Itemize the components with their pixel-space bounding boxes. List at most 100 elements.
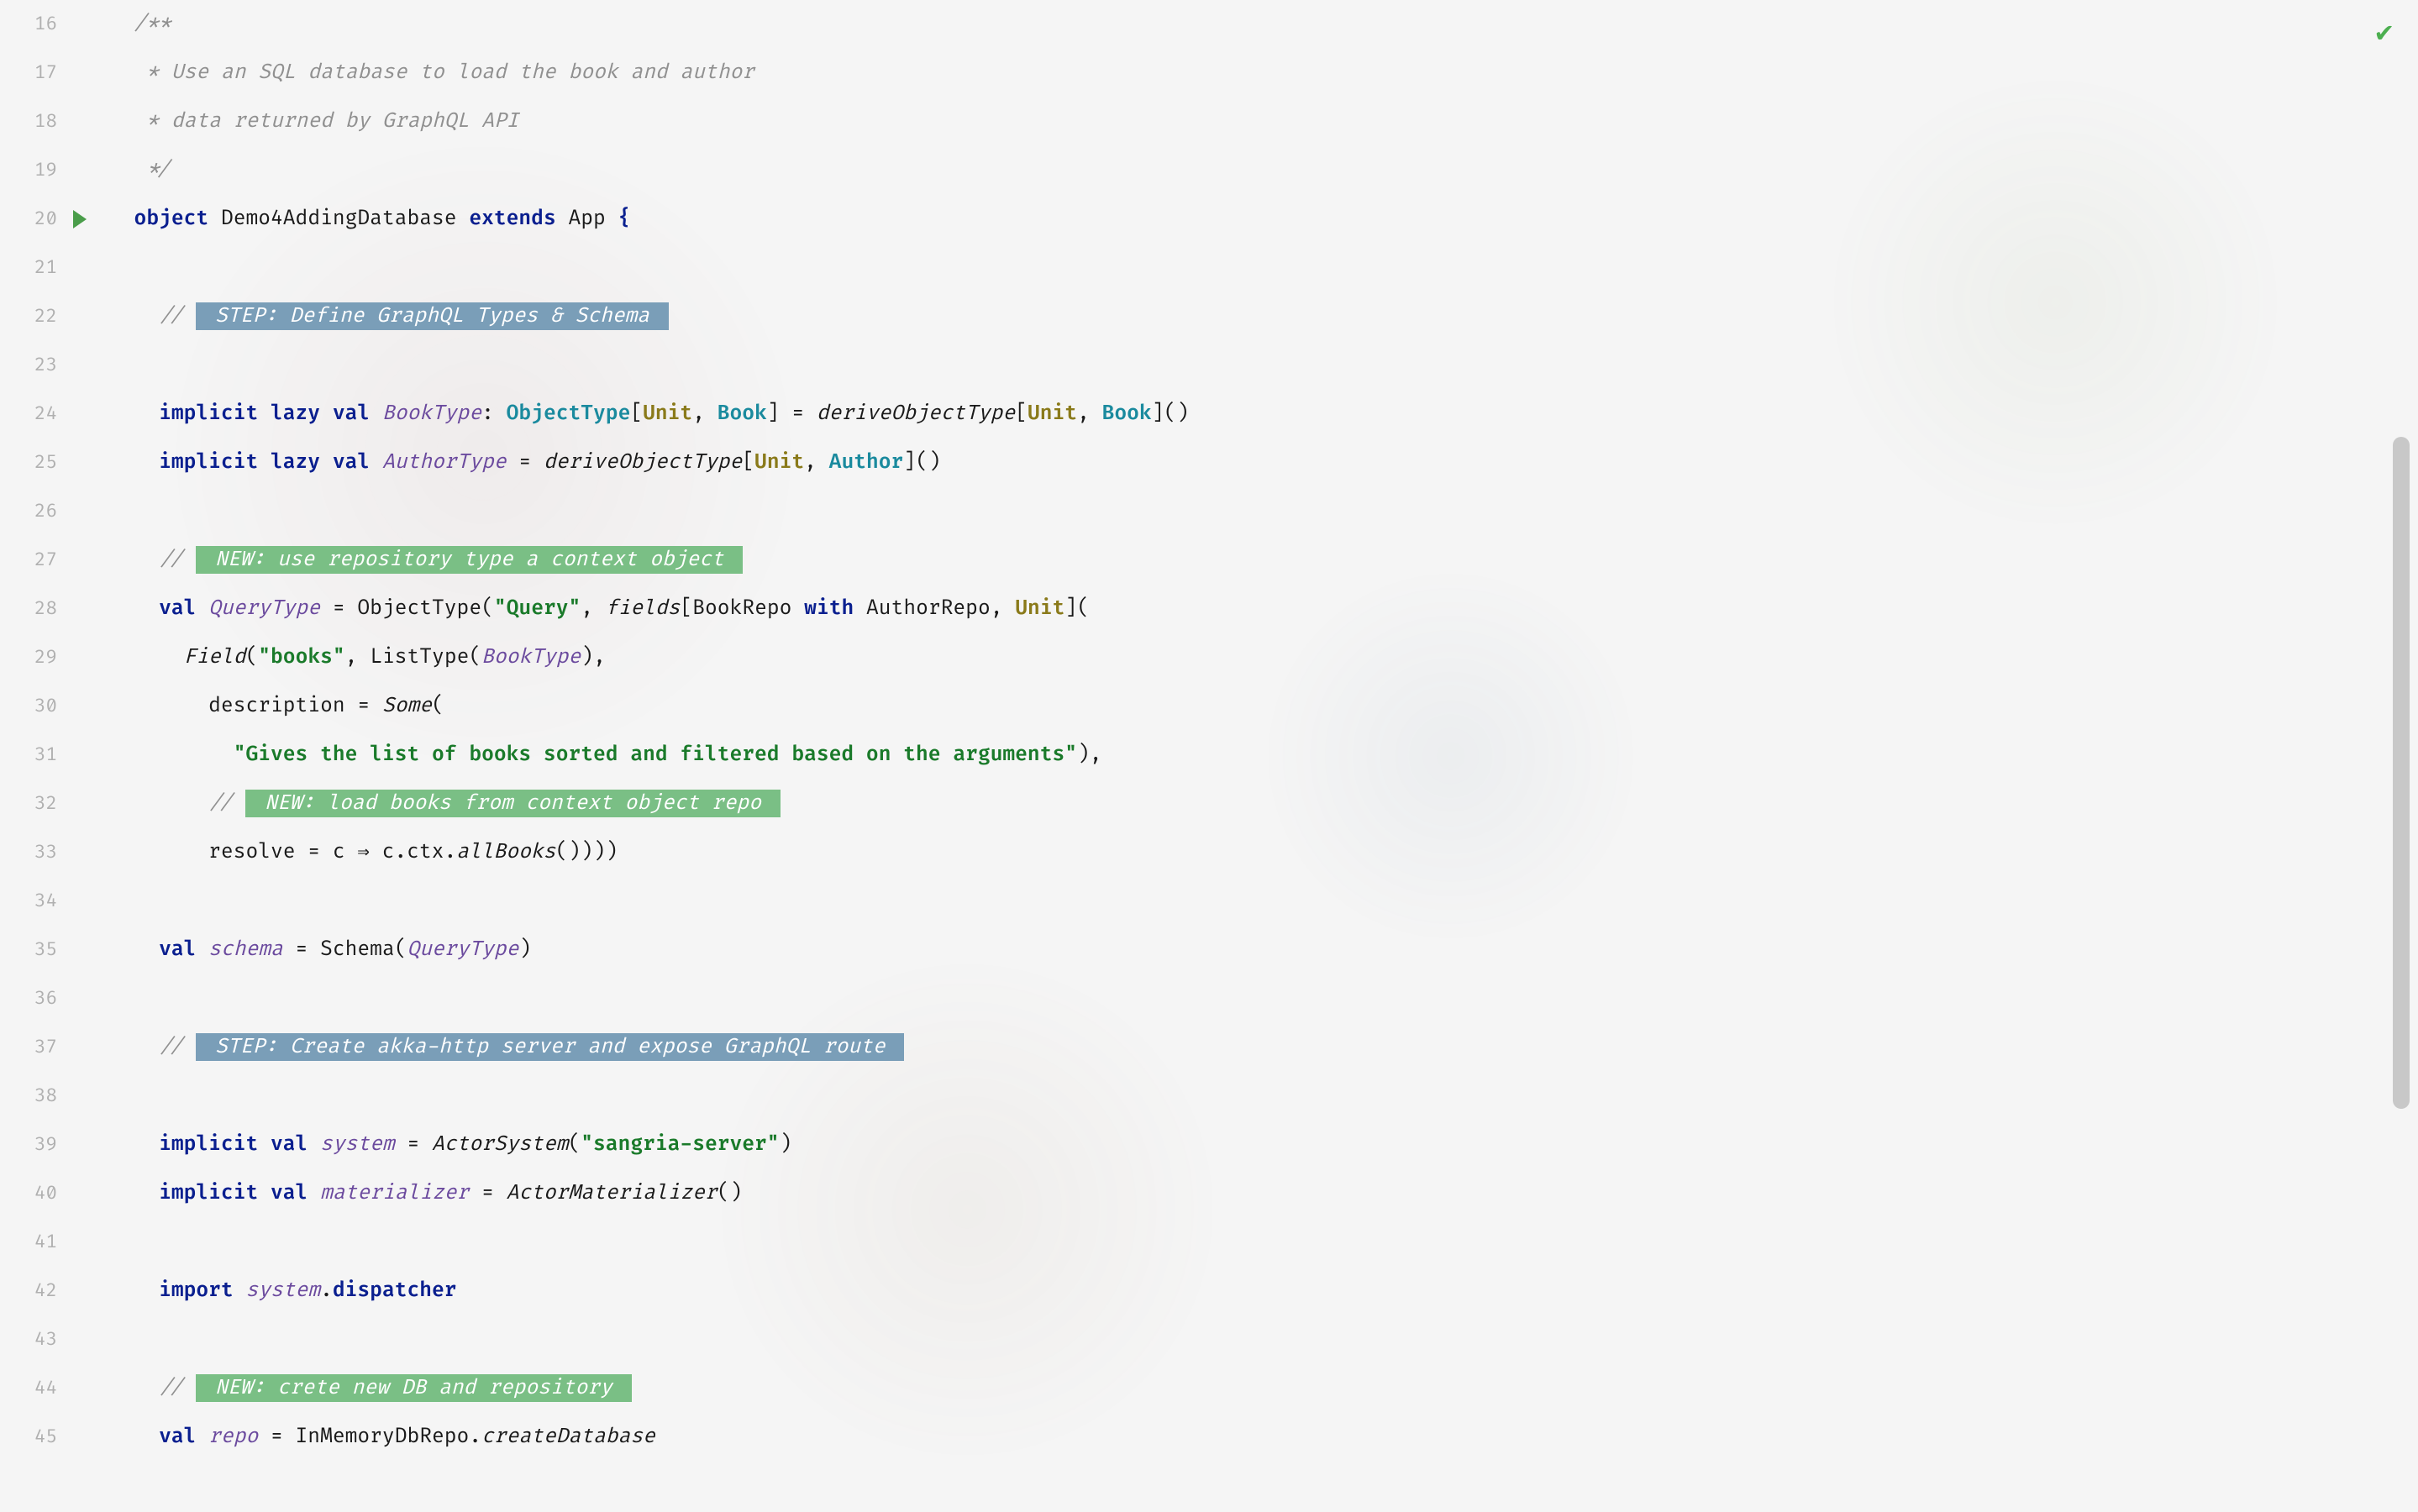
code-line[interactable]: "Gives the list of books sorted and filt… [109,731,2418,780]
token-doccomment: /** [134,12,171,36]
run-gutter-cell [67,974,92,1023]
code-line[interactable]: // NEW: load books from context object r… [109,780,2418,828]
token-punct: ( [481,596,494,621]
code-line[interactable] [109,877,2418,926]
inspection-ok-icon[interactable]: ✔ [2376,15,2393,50]
line-number: 39 [0,1121,57,1169]
run-gutter-cell [67,1413,92,1462]
line-number: 45 [0,1413,57,1462]
token-ident: BookType [382,402,481,426]
code-line[interactable]: resolve = c ⇒ c.ctx.allBooks()))) [109,828,2418,877]
token-kw: extends [469,207,568,231]
line-number: 25 [0,438,57,487]
code-line[interactable]: // NEW: use repository type a context ob… [109,536,2418,585]
token-punct: = [507,450,544,475]
code-line[interactable]: * Use an SQL database to load the book a… [109,49,2418,97]
code-line[interactable]: // STEP: Create akka-http server and exp… [109,1023,2418,1072]
token-method-n: ObjectType [357,596,481,621]
line-number: 34 [0,877,57,926]
token-typeparam-gold-n: Unit [643,402,692,426]
code-line[interactable]: // STEP: Define GraphQL Types & Schema [109,292,2418,341]
run-gutter-cell [67,49,92,97]
line-number: 41 [0,1218,57,1267]
code-line[interactable] [109,974,2418,1023]
token-typename: Demo4AddingDatabase [221,207,469,231]
token-kw: { [618,207,631,231]
token-punct: = [395,1132,432,1157]
code-line[interactable]: * data returned by GraphQL API [109,97,2418,146]
code-line[interactable]: description = Some( [109,682,2418,731]
line-number: 30 [0,682,57,731]
line-number: 37 [0,1023,57,1072]
token-punct: ( [245,645,258,669]
token-punct: ) [518,937,531,962]
code-line[interactable] [109,341,2418,390]
token-method-n: Schema [320,937,395,962]
token-punct: ( [469,645,481,669]
token-ident: QueryType [208,596,320,621]
code-line[interactable]: val schema = Schema(QueryType) [109,926,2418,974]
run-gutter-cell [67,0,92,49]
line-number: 38 [0,1072,57,1121]
line-number: 18 [0,97,57,146]
code-line[interactable]: Field("books", ListType(BookType), [109,633,2418,682]
token-method: fields [606,596,681,621]
code-line[interactable]: import system.dispatcher [109,1267,2418,1315]
line-number: 28 [0,585,57,633]
token-punct: , [991,596,1016,621]
token-doccomment: */ [134,158,171,182]
code-line[interactable]: implicit lazy val AuthorType = deriveObj… [109,438,2418,487]
token-typename: AuthorRepo [866,596,991,621]
run-gutter-cell [67,438,92,487]
run-gutter-cell [67,828,92,877]
code-editor[interactable]: 1617181920212223242526272829303132333435… [0,0,2418,1512]
token-method-n: ListType [370,645,469,669]
line-number: 19 [0,146,57,195]
token-ident: AuthorType [382,450,507,475]
run-gutter-cell [67,1169,92,1218]
token-method: ActorMaterializer [507,1181,718,1205]
line-number: 31 [0,731,57,780]
code-area[interactable]: /** * Use an SQL database to load the bo… [92,0,2418,1512]
token-punct: [ [1015,402,1028,426]
code-line[interactable]: object Demo4AddingDatabase extends App { [109,195,2418,244]
token-ident: materializer [320,1181,469,1205]
token-typename: BookRepo [692,596,804,621]
run-gutter-cell [67,1315,92,1364]
token-string: "sangria-server" [581,1132,779,1157]
token-method: createDatabase [481,1425,655,1449]
code-line[interactable] [109,244,2418,292]
line-number: 29 [0,633,57,682]
line-number: 40 [0,1169,57,1218]
token-kw: implicit val [159,1181,320,1205]
run-icon[interactable] [73,210,87,228]
run-gutter-cell [67,1023,92,1072]
code-line[interactable]: */ [109,146,2418,195]
run-gutter-cell [67,97,92,146]
code-line[interactable] [109,1218,2418,1267]
code-line[interactable]: val QueryType = ObjectType("Query", fiel… [109,585,2418,633]
code-line[interactable]: implicit val system = ActorSystem("sangr… [109,1121,2418,1169]
run-gutter-cell [67,1267,92,1315]
code-line[interactable]: implicit lazy val BookType: ObjectType[U… [109,390,2418,438]
token-punct: ] = [767,402,817,426]
code-line[interactable] [109,1072,2418,1121]
token-new-badge: NEW: crete new DB and repository [196,1374,631,1402]
token-typeparam-bold: Book [718,402,767,426]
token-punct: ), [581,645,606,669]
token-typeparam-bold: Book [1102,402,1152,426]
token-punct: ( [395,937,407,962]
code-line[interactable]: implicit val materializer = ActorMateria… [109,1169,2418,1218]
code-line[interactable] [109,1315,2418,1364]
run-gutter-cell [67,341,92,390]
token-ident: schema [208,937,283,962]
code-line[interactable]: /** [109,0,2418,49]
token-punct: ( [568,1132,581,1157]
code-line[interactable]: val repo = InMemoryDbRepo.createDatabase [109,1413,2418,1462]
code-line[interactable] [109,487,2418,536]
code-line[interactable]: // NEW: crete new DB and repository [109,1364,2418,1413]
vertical-scrollbar[interactable] [2393,437,2410,1109]
run-gutter-cell [67,1364,92,1413]
token-doccomment: * data returned by GraphQL API [134,109,519,134]
line-number: 35 [0,926,57,974]
